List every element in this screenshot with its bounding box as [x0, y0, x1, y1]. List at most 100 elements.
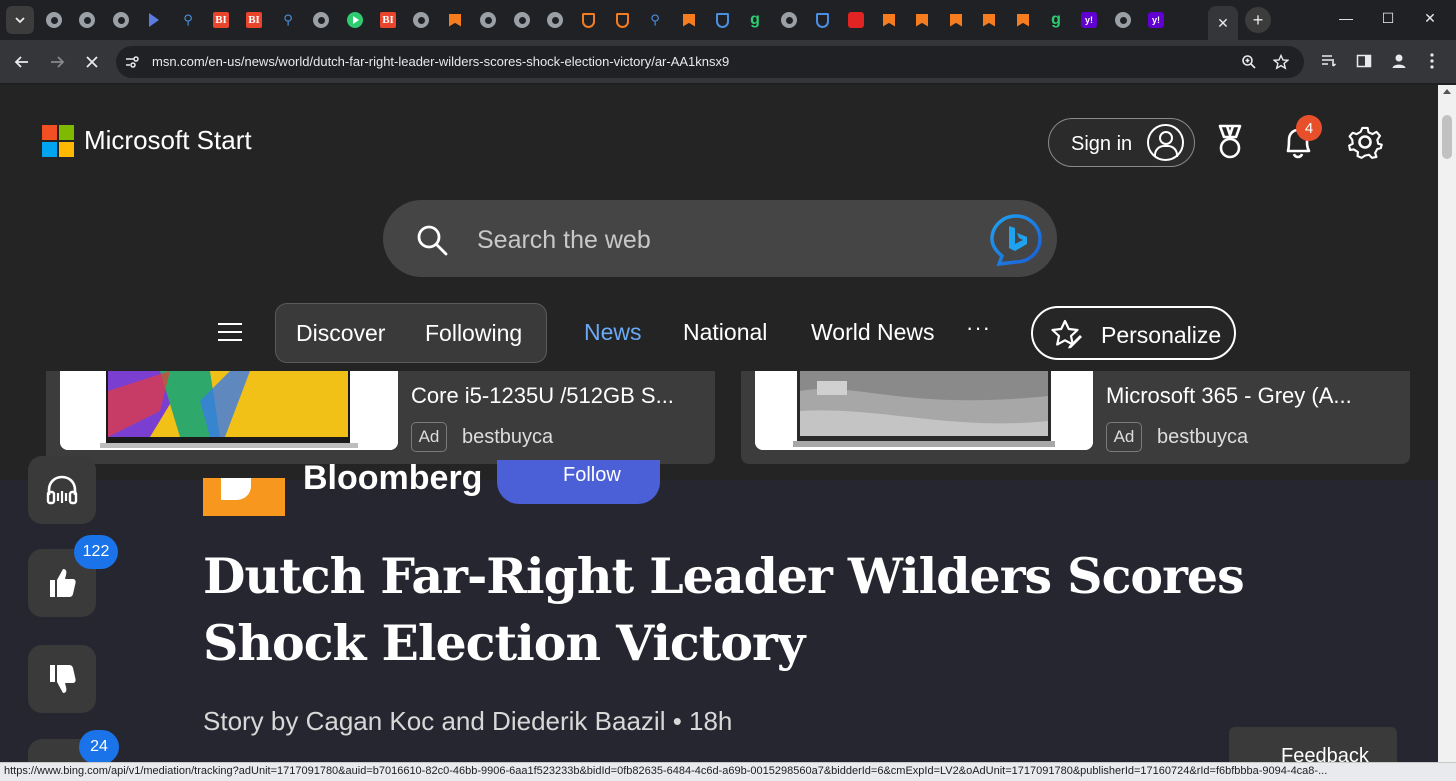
nav-news[interactable]: News [584, 319, 642, 346]
page-scrollbar[interactable] [1438, 85, 1456, 762]
web-search-box[interactable]: Search the web [383, 200, 1057, 277]
tab-following[interactable]: Following [425, 320, 522, 347]
browser-tab[interactable] [41, 6, 67, 34]
browser-tab[interactable] [876, 6, 902, 34]
browser-toolbar: msn.com/en-us/news/world/dutch-far-right… [0, 40, 1456, 84]
browser-tab[interactable] [809, 6, 835, 34]
browser-tab[interactable] [408, 6, 434, 34]
sign-in-button[interactable]: Sign in [1048, 118, 1195, 167]
forward-button[interactable] [45, 50, 69, 74]
dislike-button[interactable] [28, 645, 96, 713]
logo-square-blue [42, 142, 57, 157]
browser-tab[interactable] [976, 6, 1002, 34]
browser-tab[interactable]: BI [241, 6, 267, 34]
browser-tab[interactable] [509, 6, 535, 34]
star-pencil-icon [1051, 319, 1082, 349]
browser-tab[interactable] [108, 6, 134, 34]
bloomberg-logo-icon[interactable] [203, 478, 285, 516]
nav-world-news[interactable]: World News [811, 319, 935, 346]
status-bar: https://www.bing.com/api/v1/mediation/tr… [0, 762, 1456, 781]
globe-icon [1115, 12, 1131, 28]
globe-icon [514, 12, 530, 28]
rewards-medal-icon[interactable] [1212, 123, 1248, 161]
shield-icon [581, 12, 595, 28]
headphones-icon [46, 475, 78, 505]
browser-tab[interactable] [141, 6, 167, 34]
browser-tab[interactable]: BI [375, 6, 401, 34]
ad-title[interactable]: Microsoft 365 - Grey (A... [1106, 383, 1352, 409]
globe-icon [313, 12, 329, 28]
browser-tab[interactable] [542, 6, 568, 34]
site-info-icon[interactable] [124, 54, 140, 70]
browser-tab[interactable]: g [1043, 6, 1069, 34]
publisher-name[interactable]: Bloomberg [303, 459, 482, 498]
bookmark-star-icon[interactable] [1272, 53, 1290, 71]
browser-tab[interactable] [776, 6, 802, 34]
browser-tab[interactable] [308, 6, 334, 34]
brand-name[interactable]: Microsoft Start [84, 125, 252, 156]
active-tab[interactable]: ✕ [1208, 6, 1238, 40]
sign-in-label: Sign in [1071, 133, 1133, 155]
follow-button[interactable]: Follow [497, 460, 660, 504]
close-window-button[interactable]: ✕ [1420, 8, 1440, 28]
hamburger-menu-icon[interactable] [218, 323, 242, 341]
new-tab-button[interactable]: + [1245, 7, 1271, 33]
yahoo-icon: y! [1148, 12, 1164, 28]
profile-icon[interactable] [1389, 51, 1409, 71]
settings-gear-icon[interactable] [1346, 123, 1384, 161]
scroll-up-arrow-icon[interactable] [1443, 89, 1451, 94]
feedback-button[interactable]: Feedback [1229, 727, 1397, 762]
zoom-icon[interactable] [1240, 53, 1258, 71]
personalize-button[interactable]: Personalize [1031, 306, 1236, 360]
url-text[interactable]: msn.com/en-us/news/world/dutch-far-right… [152, 54, 729, 69]
browser-tab[interactable] [442, 6, 468, 34]
bookmark-icon [981, 12, 997, 28]
ad-card-laptop-1[interactable]: Core i5-1235U /512GB S... Ad bestbuyca [46, 371, 715, 464]
search-input[interactable]: Search the web [477, 226, 651, 255]
browser-tab[interactable]: y! [1076, 6, 1102, 34]
bing-chat-icon[interactable] [989, 213, 1043, 267]
minimize-button[interactable]: — [1336, 8, 1356, 28]
side-panel-icon[interactable] [1354, 51, 1374, 71]
scroll-thumb[interactable] [1442, 115, 1452, 159]
browser-tab[interactable]: g [742, 6, 768, 34]
ad-badge: Ad [411, 422, 447, 452]
browser-tab[interactable] [709, 6, 735, 34]
tab-search-button[interactable] [6, 6, 34, 34]
address-bar[interactable]: msn.com/en-us/news/world/dutch-far-right… [116, 46, 1304, 78]
maximize-button[interactable]: ☐ [1378, 8, 1398, 28]
browser-tab[interactable] [609, 6, 635, 34]
browser-tab[interactable]: ⚲ [275, 6, 301, 34]
browser-tab[interactable]: ⚲ [642, 6, 668, 34]
back-button[interactable] [10, 50, 34, 74]
browser-tab[interactable]: ⚲ [175, 6, 201, 34]
browser-tab[interactable] [74, 6, 100, 34]
reading-list-icon[interactable] [1319, 51, 1339, 71]
tab-strip: ⚲ BI BI ⚲ BI ⚲ g g y! y! ✕ + — ☐ ✕ [0, 0, 1456, 40]
browser-tab[interactable] [676, 6, 702, 34]
browser-tab[interactable] [575, 6, 601, 34]
ad-title[interactable]: Core i5-1235U /512GB S... [411, 383, 674, 409]
browser-tab[interactable] [909, 6, 935, 34]
play-icon [347, 12, 363, 28]
more-icon[interactable]: ··· [966, 315, 991, 341]
kebab-menu-icon[interactable] [1422, 51, 1442, 71]
nav-national[interactable]: National [683, 319, 767, 346]
tab-discover[interactable]: Discover [296, 320, 385, 347]
browser-tab[interactable] [1110, 6, 1136, 34]
ad-card-laptop-2[interactable]: Microsoft 365 - Grey (A... Ad bestbuyca [741, 371, 1410, 464]
browser-tab[interactable] [475, 6, 501, 34]
microsoft-logo-icon[interactable] [42, 125, 74, 157]
stop-button[interactable] [80, 50, 104, 74]
browser-tab[interactable]: BI [208, 6, 234, 34]
browser-tab[interactable] [943, 6, 969, 34]
comment-count-badge: 24 [79, 730, 119, 762]
close-tab-icon[interactable]: ✕ [1217, 15, 1229, 32]
logo-square-green [59, 125, 74, 140]
listen-button[interactable] [28, 456, 96, 524]
browser-tab[interactable]: y! [1143, 6, 1169, 34]
browser-tab[interactable] [342, 6, 368, 34]
thumbs-down-icon [50, 665, 76, 693]
browser-tab[interactable] [843, 6, 869, 34]
browser-tab[interactable] [1010, 6, 1036, 34]
